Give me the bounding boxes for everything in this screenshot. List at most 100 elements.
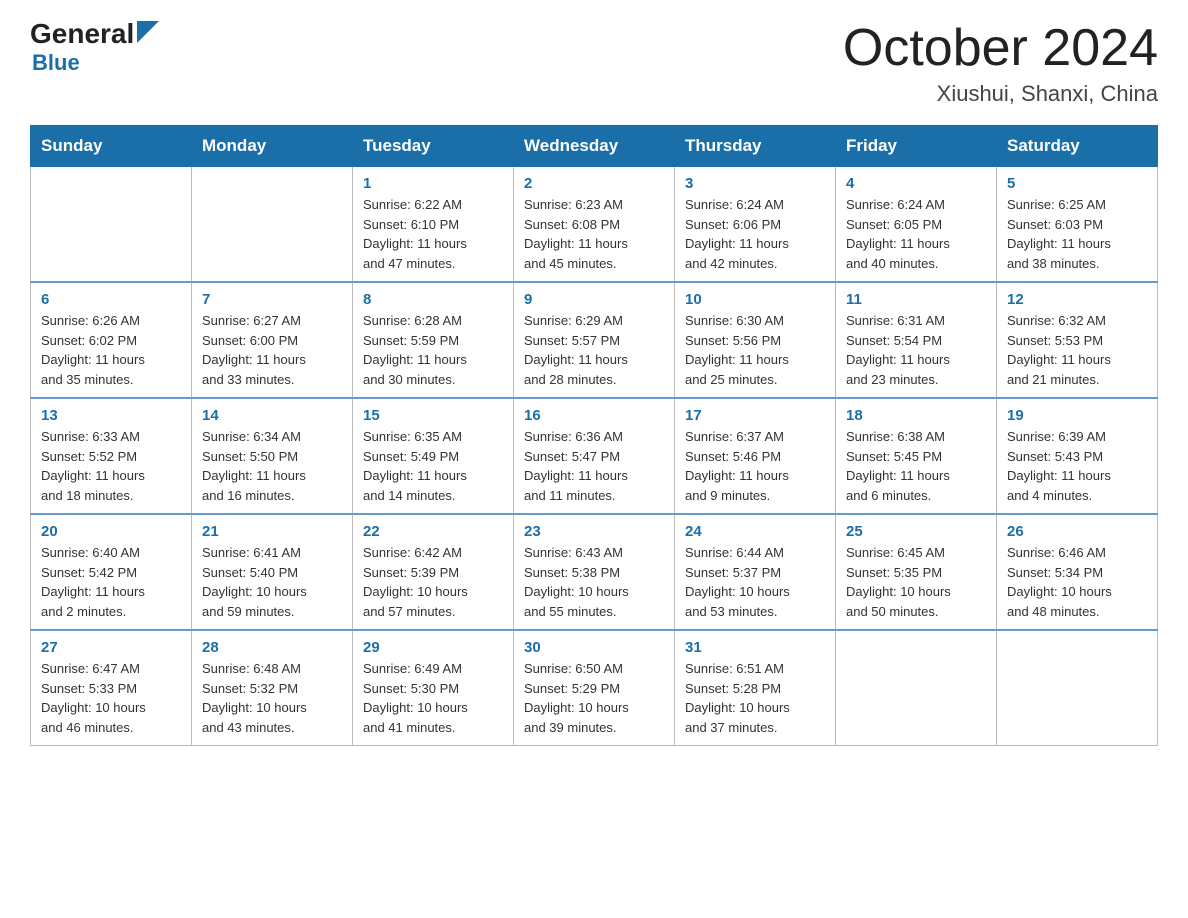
calendar-cell: 17 Sunrise: 6:37 AM Sunset: 5:46 PM Dayli… [675,398,836,514]
page-header: General Blue October 2024 Xiushui, Shanx… [30,20,1158,107]
day-info: Sunrise: 6:33 AM Sunset: 5:52 PM Dayligh… [41,427,181,505]
day-number: 27 [41,639,181,656]
calendar-cell [997,630,1158,746]
page-title: October 2024 [843,20,1158,77]
calendar-cell: 18 Sunrise: 6:38 AM Sunset: 5:45 PM Dayli… [836,398,997,514]
calendar-cell: 9 Sunrise: 6:29 AM Sunset: 5:57 PM Daylig… [514,282,675,398]
day-info: Sunrise: 6:38 AM Sunset: 5:45 PM Dayligh… [846,427,986,505]
calendar-cell: 30 Sunrise: 6:50 AM Sunset: 5:29 PM Dayli… [514,630,675,746]
day-info: Sunrise: 6:29 AM Sunset: 5:57 PM Dayligh… [524,311,664,389]
logo-blue-text: Blue [32,50,80,76]
calendar-header-row: SundayMondayTuesdayWednesdayThursdayFrid… [31,126,1158,167]
day-number: 7 [202,291,342,308]
calendar-cell: 27 Sunrise: 6:47 AM Sunset: 5:33 PM Dayli… [31,630,192,746]
calendar-cell: 15 Sunrise: 6:35 AM Sunset: 5:49 PM Dayli… [353,398,514,514]
day-number: 25 [846,523,986,540]
calendar-cell: 10 Sunrise: 6:30 AM Sunset: 5:56 PM Dayli… [675,282,836,398]
logo-general-text: General [30,20,134,48]
calendar-header-monday: Monday [192,126,353,167]
day-number: 3 [685,175,825,192]
day-info: Sunrise: 6:41 AM Sunset: 5:40 PM Dayligh… [202,543,342,621]
calendar-cell: 5 Sunrise: 6:25 AM Sunset: 6:03 PM Daylig… [997,167,1158,283]
calendar-cell: 21 Sunrise: 6:41 AM Sunset: 5:40 PM Dayli… [192,514,353,630]
day-number: 2 [524,175,664,192]
calendar-cell: 25 Sunrise: 6:45 AM Sunset: 5:35 PM Dayli… [836,514,997,630]
day-number: 28 [202,639,342,656]
day-info: Sunrise: 6:37 AM Sunset: 5:46 PM Dayligh… [685,427,825,505]
day-info: Sunrise: 6:22 AM Sunset: 6:10 PM Dayligh… [363,195,503,273]
calendar-cell: 16Sunrise: 6:36 AM Sunset: 5:47 PM Dayli… [514,398,675,514]
calendar-table: SundayMondayTuesdayWednesdayThursdayFrid… [30,125,1158,746]
logo-arrow-icon [137,21,159,43]
day-info: Sunrise: 6:35 AM Sunset: 5:49 PM Dayligh… [363,427,503,505]
day-info: Sunrise: 6:34 AM Sunset: 5:50 PM Dayligh… [202,427,342,505]
day-number: 4 [846,175,986,192]
day-number: 24 [685,523,825,540]
day-number: 18 [846,407,986,424]
day-number: 29 [363,639,503,656]
calendar-cell: 3Sunrise: 6:24 AM Sunset: 6:06 PM Daylig… [675,167,836,283]
day-number: 8 [363,291,503,308]
calendar-week-2: 6Sunrise: 6:26 AM Sunset: 6:02 PM Daylig… [31,282,1158,398]
day-info: Sunrise: 6:47 AM Sunset: 5:33 PM Dayligh… [41,659,181,737]
calendar-cell: 13 Sunrise: 6:33 AM Sunset: 5:52 PM Dayli… [31,398,192,514]
day-info: Sunrise: 6:32 AM Sunset: 5:53 PM Dayligh… [1007,311,1147,389]
day-number: 30 [524,639,664,656]
day-number: 21 [202,523,342,540]
day-number: 13 [41,407,181,424]
calendar-cell: 31 Sunrise: 6:51 AM Sunset: 5:28 PM Dayli… [675,630,836,746]
calendar-cell: 19 Sunrise: 6:39 AM Sunset: 5:43 PM Dayli… [997,398,1158,514]
calendar-week-4: 20Sunrise: 6:40 AM Sunset: 5:42 PM Dayli… [31,514,1158,630]
day-number: 15 [363,407,503,424]
day-info: Sunrise: 6:26 AM Sunset: 6:02 PM Dayligh… [41,311,181,389]
day-info: Sunrise: 6:51 AM Sunset: 5:28 PM Dayligh… [685,659,825,737]
calendar-cell [31,167,192,283]
day-number: 10 [685,291,825,308]
day-info: Sunrise: 6:40 AM Sunset: 5:42 PM Dayligh… [41,543,181,621]
day-info: Sunrise: 6:25 AM Sunset: 6:03 PM Dayligh… [1007,195,1147,273]
day-info: Sunrise: 6:49 AM Sunset: 5:30 PM Dayligh… [363,659,503,737]
page-subtitle: Xiushui, Shanxi, China [843,81,1158,107]
calendar-cell: 28 Sunrise: 6:48 AM Sunset: 5:32 PM Dayli… [192,630,353,746]
logo: General Blue [30,20,159,76]
day-number: 17 [685,407,825,424]
calendar-cell: 11 Sunrise: 6:31 AM Sunset: 5:54 PM Dayli… [836,282,997,398]
day-number: 9 [524,291,664,308]
day-info: Sunrise: 6:44 AM Sunset: 5:37 PM Dayligh… [685,543,825,621]
calendar-cell: 20Sunrise: 6:40 AM Sunset: 5:42 PM Dayli… [31,514,192,630]
day-info: Sunrise: 6:36 AM Sunset: 5:47 PM Dayligh… [524,427,664,505]
day-info: Sunrise: 6:50 AM Sunset: 5:29 PM Dayligh… [524,659,664,737]
day-info: Sunrise: 6:39 AM Sunset: 5:43 PM Dayligh… [1007,427,1147,505]
calendar-cell: 6Sunrise: 6:26 AM Sunset: 6:02 PM Daylig… [31,282,192,398]
day-info: Sunrise: 6:42 AM Sunset: 5:39 PM Dayligh… [363,543,503,621]
calendar-cell: 22 Sunrise: 6:42 AM Sunset: 5:39 PM Dayli… [353,514,514,630]
day-number: 11 [846,291,986,308]
day-number: 19 [1007,407,1147,424]
calendar-cell: 4 Sunrise: 6:24 AM Sunset: 6:05 PM Daylig… [836,167,997,283]
day-info: Sunrise: 6:45 AM Sunset: 5:35 PM Dayligh… [846,543,986,621]
day-info: Sunrise: 6:31 AM Sunset: 5:54 PM Dayligh… [846,311,986,389]
calendar-cell: 26Sunrise: 6:46 AM Sunset: 5:34 PM Dayli… [997,514,1158,630]
day-info: Sunrise: 6:24 AM Sunset: 6:05 PM Dayligh… [846,195,986,273]
day-number: 23 [524,523,664,540]
day-info: Sunrise: 6:48 AM Sunset: 5:32 PM Dayligh… [202,659,342,737]
day-info: Sunrise: 6:43 AM Sunset: 5:38 PM Dayligh… [524,543,664,621]
calendar-cell: 12 Sunrise: 6:32 AM Sunset: 5:53 PM Dayli… [997,282,1158,398]
calendar-cell: 8 Sunrise: 6:28 AM Sunset: 5:59 PM Daylig… [353,282,514,398]
calendar-cell: 14Sunrise: 6:34 AM Sunset: 5:50 PM Dayli… [192,398,353,514]
day-number: 22 [363,523,503,540]
day-info: Sunrise: 6:27 AM Sunset: 6:00 PM Dayligh… [202,311,342,389]
day-number: 5 [1007,175,1147,192]
day-info: Sunrise: 6:28 AM Sunset: 5:59 PM Dayligh… [363,311,503,389]
calendar-cell: 24 Sunrise: 6:44 AM Sunset: 5:37 PM Dayli… [675,514,836,630]
calendar-week-1: 1 Sunrise: 6:22 AM Sunset: 6:10 PM Daylig… [31,167,1158,283]
calendar-header-saturday: Saturday [997,126,1158,167]
day-info: Sunrise: 6:30 AM Sunset: 5:56 PM Dayligh… [685,311,825,389]
calendar-header-friday: Friday [836,126,997,167]
day-number: 1 [363,175,503,192]
day-number: 12 [1007,291,1147,308]
calendar-cell: 23 Sunrise: 6:43 AM Sunset: 5:38 PM Dayli… [514,514,675,630]
day-number: 31 [685,639,825,656]
day-info: Sunrise: 6:46 AM Sunset: 5:34 PM Dayligh… [1007,543,1147,621]
calendar-header-sunday: Sunday [31,126,192,167]
